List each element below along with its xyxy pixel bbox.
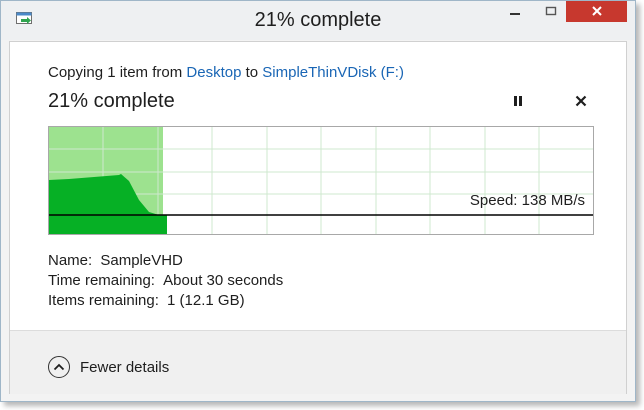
copy-connector: to	[241, 64, 263, 81]
time-value: About 30 seconds	[163, 272, 284, 289]
maximize-button[interactable]	[536, 1, 566, 22]
source-link[interactable]: Desktop	[186, 64, 241, 81]
detail-items-remaining: Items remaining: 1 (12.1 GB)	[48, 291, 283, 311]
close-button[interactable]	[566, 1, 627, 22]
pause-icon	[512, 94, 524, 112]
fewer-details-label: Fewer details	[80, 358, 170, 376]
cancel-button[interactable]	[572, 94, 590, 112]
time-label: Time remaining:	[48, 272, 155, 289]
minimize-button[interactable]	[494, 1, 536, 22]
progress-heading: 21% complete	[48, 90, 175, 112]
dialog-content: Copying 1 item from Desktop to SimpleThi…	[9, 41, 627, 394]
copy-details: Name: SampleVHD Time remaining: About 30…	[48, 251, 283, 311]
pause-button[interactable]	[509, 94, 527, 112]
title-bar[interactable]: 21% complete	[1, 1, 635, 40]
speed-graph-svg	[49, 127, 593, 234]
minimize-icon	[509, 3, 521, 21]
dialog-footer: Fewer details	[10, 330, 626, 394]
close-icon	[591, 3, 603, 21]
name-label: Name:	[48, 252, 93, 269]
items-label: Items remaining:	[48, 292, 159, 309]
maximize-icon	[545, 3, 557, 21]
detail-time-remaining: Time remaining: About 30 seconds	[48, 271, 283, 291]
chevron-up-icon	[48, 356, 70, 378]
copy-description: Copying 1 item from Desktop to SimpleThi…	[48, 64, 404, 81]
speed-label: Speed: 138 MB/s	[469, 192, 585, 209]
detail-name: Name: SampleVHD	[48, 251, 283, 271]
name-value: SampleVHD	[100, 252, 183, 269]
cancel-icon	[575, 94, 587, 112]
copy-prefix: Copying 1 item from	[48, 64, 187, 81]
destination-link[interactable]: SimpleThinVDisk (F:)	[262, 64, 404, 81]
fewer-details-button[interactable]: Fewer details	[48, 356, 169, 378]
speed-graph: Speed: 138 MB/s	[48, 126, 594, 235]
items-value: 1 (12.1 GB)	[167, 292, 245, 309]
copy-dialog-window: 21% complete Copying 1 item from Desktop…	[0, 0, 636, 402]
